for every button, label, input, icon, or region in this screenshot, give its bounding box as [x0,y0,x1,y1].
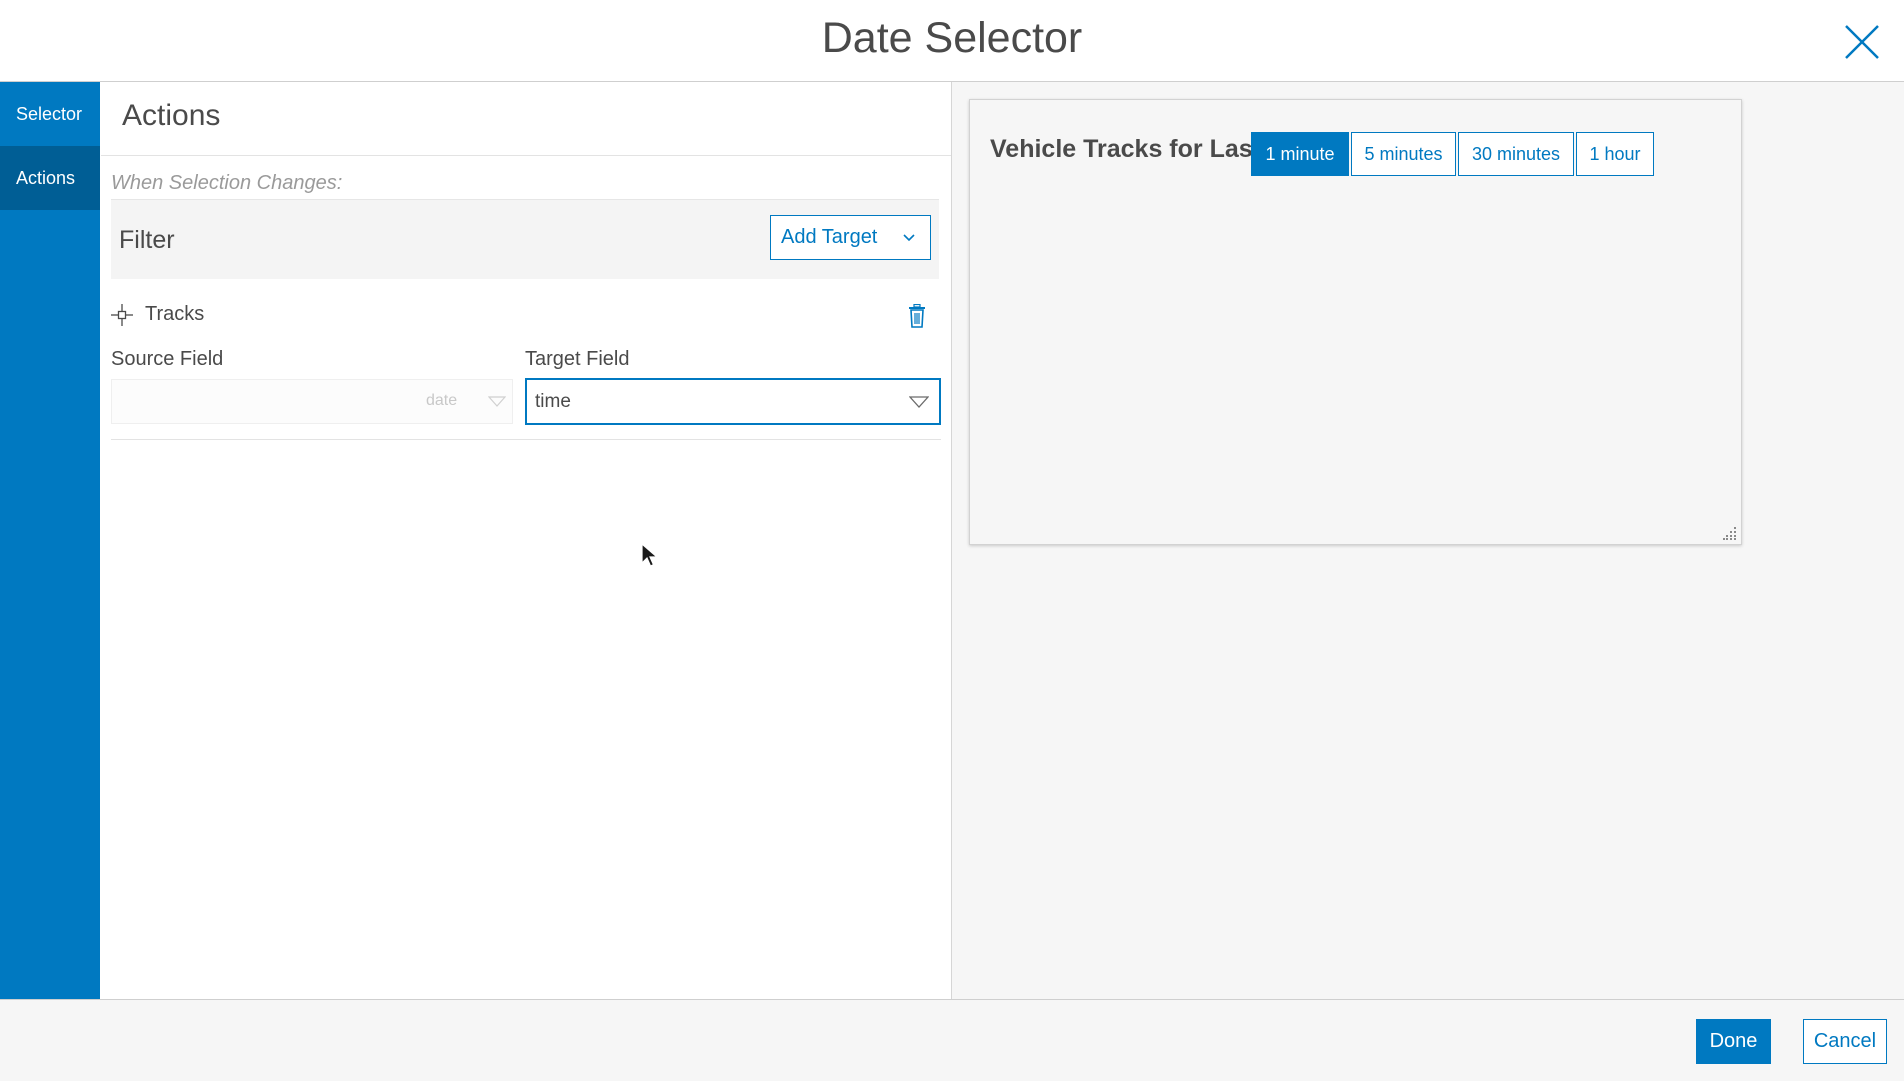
cancel-button[interactable]: Cancel [1803,1019,1887,1064]
trash-icon[interactable] [907,304,927,328]
sidebar-item-actions[interactable]: Actions [0,146,100,210]
caret-down-icon [909,396,929,408]
target-field-value: time [535,391,571,412]
option-30-minutes[interactable]: 30 minutes [1458,132,1574,176]
sidebar: Selector Actions [0,82,100,999]
target-name: Tracks [145,303,205,325]
crosshair-icon [111,304,133,326]
close-button[interactable] [1840,20,1884,64]
chevron-down-icon [903,234,915,242]
add-target-label: Add Target [781,226,878,248]
widget-preview: Vehicle Tracks for Last 1 minute 5 minut… [969,99,1742,545]
dialog-footer: Done Cancel [0,999,1904,1081]
target-row: Tracks [111,294,939,332]
filter-title: Filter [119,226,175,254]
target-field-label: Target Field [525,348,630,370]
add-target-button[interactable]: Add Target [770,215,931,260]
preview-area: Vehicle Tracks for Last 1 minute 5 minut… [952,82,1904,999]
source-field-type: date [426,392,458,409]
done-button[interactable]: Done [1696,1019,1771,1064]
actions-panel: Actions When Selection Changes: Filter A… [101,82,952,999]
dialog-title: Date Selector [821,14,1083,62]
panel-title: Actions [122,99,221,132]
dialog-header: Date Selector [0,0,1904,82]
divider [111,439,941,440]
mouse-cursor-icon [641,543,659,567]
section-label: When Selection Changes: [111,172,343,194]
resize-grip-icon[interactable] [1723,526,1737,540]
preview-label: Vehicle Tracks for Last [990,135,1261,163]
target-field-select[interactable]: time [525,378,941,425]
source-field-label: Source Field [111,348,224,370]
option-1-minute[interactable]: 1 minute [1251,132,1349,176]
option-5-minutes[interactable]: 5 minutes [1351,132,1456,176]
caret-down-icon [488,396,506,407]
close-icon [1845,25,1879,59]
filter-bar: Filter Add Target [111,199,939,279]
divider [101,155,951,156]
option-1-hour[interactable]: 1 hour [1576,132,1654,176]
sidebar-item-selector[interactable]: Selector [0,82,100,146]
source-field-select: date [111,379,513,424]
